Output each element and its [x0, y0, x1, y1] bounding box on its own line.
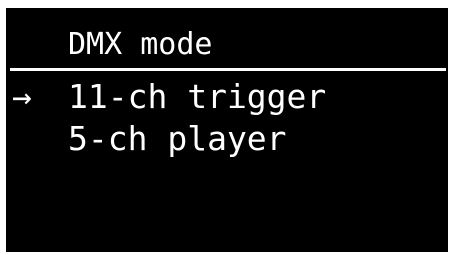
menu-item-label: 5-ch player	[68, 119, 287, 158]
menu-item-11ch-trigger[interactable]: → 11-ch trigger	[6, 76, 448, 118]
title-divider	[10, 68, 446, 71]
selection-arrow-icon: →	[12, 77, 32, 116]
oled-display: DMX mode → 11-ch trigger 5-ch player	[6, 8, 448, 252]
menu-item-label: 11-ch trigger	[68, 77, 327, 116]
screen-title: DMX mode	[68, 27, 213, 62]
mode-menu: → 11-ch trigger 5-ch player	[6, 76, 448, 160]
menu-item-5ch-player[interactable]: 5-ch player	[6, 118, 448, 160]
